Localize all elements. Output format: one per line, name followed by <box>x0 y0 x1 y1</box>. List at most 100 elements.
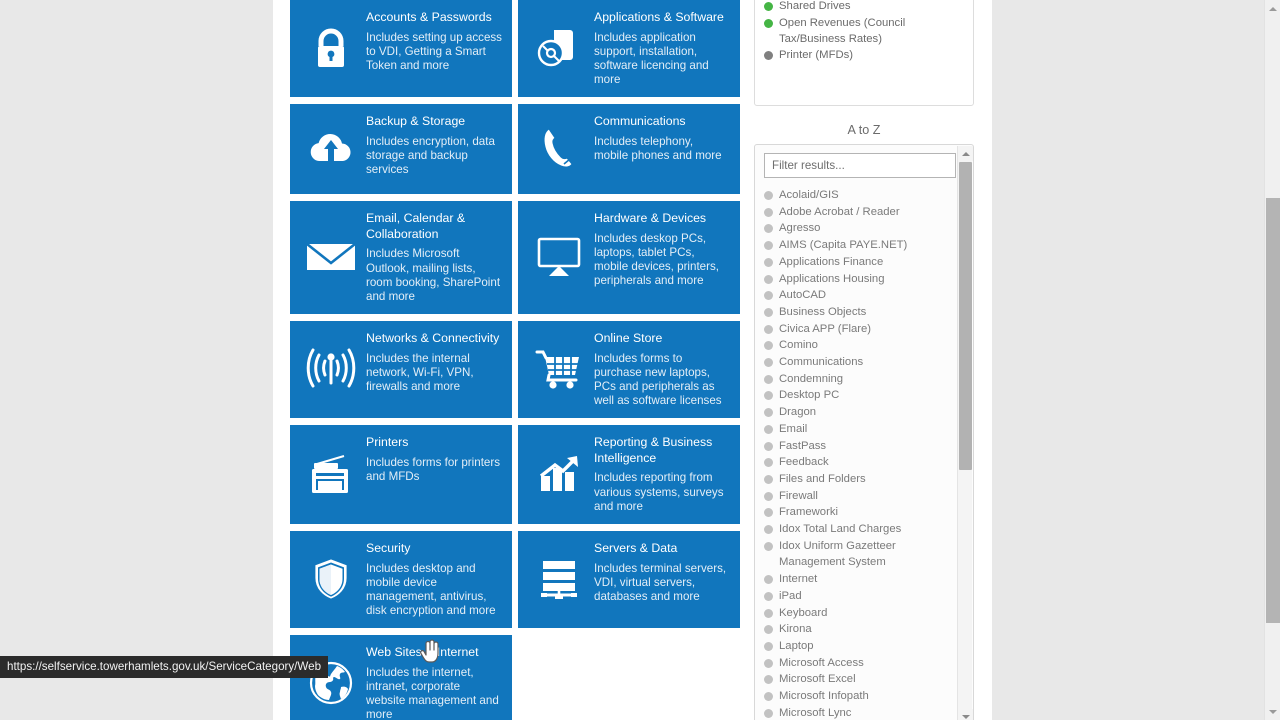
a-to-z-list-item[interactable]: Dragon <box>764 404 964 421</box>
bullet-dot-icon <box>764 257 773 267</box>
a-to-z-list-item[interactable]: Microsoft Infopath <box>764 688 964 705</box>
category-tile-communications[interactable]: Communications Includes telephony, mobil… <box>518 104 740 195</box>
category-description: Includes forms to purchase new laptops, … <box>594 351 722 408</box>
a-to-z-list-item[interactable]: Civica APP (Flare) <box>764 321 964 338</box>
a-to-z-list-item[interactable]: FastPass <box>764 438 964 455</box>
status-dot-offline-icon <box>764 51 773 61</box>
a-to-z-list-item[interactable]: Applications Finance <box>764 254 964 271</box>
category-title: Online Store <box>594 331 663 346</box>
scroll-down-arrow-icon[interactable] <box>1265 703 1280 720</box>
browser-vertical-scrollbar[interactable] <box>1264 0 1280 720</box>
bullet-dot-icon <box>764 675 773 685</box>
bullet-dot-icon <box>764 291 773 301</box>
browser-viewport: Accounts & Passwords Includes setting up… <box>0 0 1280 720</box>
category-title: Backup & Storage <box>366 114 466 129</box>
a-to-z-list-item[interactable]: Agresso <box>764 220 964 237</box>
category-description: Includes encryption, data storage and ba… <box>366 134 495 177</box>
category-title: Security <box>366 541 411 556</box>
category-description: Includes forms for printers and MFDs <box>366 455 501 484</box>
a-to-z-list-item[interactable]: Frameworki <box>764 504 964 521</box>
category-tile-reporting-business-intelligence[interactable]: Reporting & Business Intelligence Includ… <box>518 425 740 525</box>
bullet-dot-icon <box>764 374 773 384</box>
service-status-panel: Northgate HousingCominoRBLive (Northgate… <box>754 0 974 106</box>
a-to-z-list-item[interactable]: Firewall <box>764 488 964 505</box>
category-title: Hardware & Devices <box>594 211 707 226</box>
bullet-dot-icon <box>764 341 773 351</box>
category-tile-hardware-devices[interactable]: Hardware & Devices Includes deskop PCs, … <box>518 201 740 315</box>
category-tile-applications-software[interactable]: Applications & Software Includes applica… <box>518 0 740 98</box>
a-to-z-item-label: Microsoft Excel <box>779 673 856 686</box>
wifi-signal-icon <box>298 347 364 391</box>
a-to-z-list-item[interactable]: Files and Folders <box>764 471 964 488</box>
category-tile-security[interactable]: Security Includes desktop and mobile dev… <box>290 531 512 629</box>
a-to-z-item-label: Business Objects <box>779 305 867 318</box>
a-to-z-item-label: AIMS (Capita PAYE.NET) <box>779 239 908 252</box>
category-title: Communications <box>594 114 686 129</box>
service-status-list: Northgate HousingCominoRBLive (Northgate… <box>764 0 964 64</box>
bullet-dot-icon <box>764 608 773 618</box>
a-to-z-list-item[interactable]: Laptop <box>764 638 964 655</box>
a-to-z-list-item[interactable]: Microsoft Lync <box>764 705 964 720</box>
a-to-z-item-label: Microsoft Infopath <box>779 690 869 703</box>
a-to-z-list-item[interactable]: Microsoft Excel <box>764 671 964 688</box>
browser-scroll-thumb[interactable] <box>1266 198 1280 623</box>
bullet-dot-icon <box>764 692 773 702</box>
category-title: Applications & Software <box>594 10 724 24</box>
category-tile-accounts-passwords[interactable]: Accounts & Passwords Includes setting up… <box>290 0 512 98</box>
a-to-z-list: Acolaid/GIS Adobe Acrobat / Reader Agresso… <box>764 187 964 720</box>
a-to-z-list-item[interactable]: Comino <box>764 337 964 354</box>
a-to-z-item-label: Agresso <box>779 222 821 235</box>
a-to-z-list-item[interactable]: Communications <box>764 354 964 371</box>
a-to-z-item-label: Kirona <box>779 623 812 636</box>
scroll-up-arrow-icon[interactable] <box>958 146 973 161</box>
category-title: Servers & Data <box>594 541 678 556</box>
a-to-z-list-item[interactable]: Applications Housing <box>764 271 964 288</box>
a-to-z-item-label: Frameworki <box>779 506 838 519</box>
bullet-dot-icon <box>764 575 773 585</box>
filter-results-input[interactable] <box>764 153 956 178</box>
category-tile-online-store[interactable]: Online Store Includes forms to purchase … <box>518 321 740 419</box>
category-description: Includes terminal servers, VDI, virtual … <box>594 561 727 603</box>
status-bar-url: https://selfservice.towerhamlets.gov.uk/… <box>0 656 329 678</box>
a-to-z-list-item[interactable]: Feedback <box>764 454 964 471</box>
a-to-z-list-item[interactable]: Acolaid/GIS <box>764 187 964 204</box>
a-to-z-list-item[interactable]: Adobe Acrobat / Reader <box>764 204 964 221</box>
a-to-z-list-item[interactable]: Microsoft Access <box>764 655 964 672</box>
padlock-icon <box>298 24 364 72</box>
category-tile-text: Printers Includes forms for printers and… <box>364 433 502 484</box>
a-to-z-list-item[interactable]: AutoCAD <box>764 287 964 304</box>
bullet-dot-icon <box>764 591 773 601</box>
category-tile-printers[interactable]: Printers Includes forms for printers and… <box>290 425 512 525</box>
category-tile-text: Reporting & Business Intelligence Includ… <box>592 433 730 514</box>
a-to-z-list-item[interactable]: Kirona <box>764 621 964 638</box>
a-to-z-item-label: Laptop <box>779 639 814 652</box>
a-to-z-list-item[interactable]: Internet <box>764 571 964 588</box>
a-to-z-item-label: Applications Housing <box>779 272 885 285</box>
a-to-z-item-label: Internet <box>779 573 818 586</box>
a-to-z-list-item[interactable]: Email <box>764 421 964 438</box>
category-tile-backup-storage[interactable]: Backup & Storage Includes encryption, da… <box>290 104 512 195</box>
a-to-z-scroll-thumb[interactable] <box>959 162 972 470</box>
a-to-z-list-item[interactable]: Condemning <box>764 371 964 388</box>
a-to-z-scrollbar[interactable] <box>957 146 973 720</box>
bullet-dot-icon <box>764 241 773 251</box>
a-to-z-list-item[interactable]: Keyboard <box>764 605 964 622</box>
a-to-z-list-item[interactable]: Idox Uniform Gazetteer Management System <box>764 538 964 571</box>
a-to-z-list-item[interactable]: AIMS (Capita PAYE.NET) <box>764 237 964 254</box>
bullet-dot-icon <box>764 307 773 317</box>
category-tile-networks-connectivity[interactable]: Networks & Connectivity Includes the int… <box>290 321 512 419</box>
a-to-z-list-item[interactable]: Idox Total Land Charges <box>764 521 964 538</box>
a-to-z-list-item[interactable]: Business Objects <box>764 304 964 321</box>
a-to-z-list-item[interactable]: Desktop PC <box>764 387 964 404</box>
a-to-z-item-label: Microsoft Access <box>779 656 864 669</box>
category-tile-email-calendar-collaboration[interactable]: Email, Calendar & Collaboration Includes… <box>290 201 512 315</box>
a-to-z-list-item[interactable]: iPad <box>764 588 964 605</box>
category-tile-text: Security Includes desktop and mobile dev… <box>364 539 502 618</box>
service-status-label: Shared Drives <box>779 0 851 13</box>
category-tile-servers-data[interactable]: Servers & Data Includes terminal servers… <box>518 531 740 629</box>
service-status-item: Printer (MFDs) <box>764 47 964 63</box>
scroll-up-arrow-icon[interactable] <box>1265 0 1280 17</box>
desktop-monitor-icon <box>526 235 592 279</box>
bullet-dot-icon <box>764 491 773 501</box>
scroll-down-arrow-icon[interactable] <box>958 709 973 720</box>
